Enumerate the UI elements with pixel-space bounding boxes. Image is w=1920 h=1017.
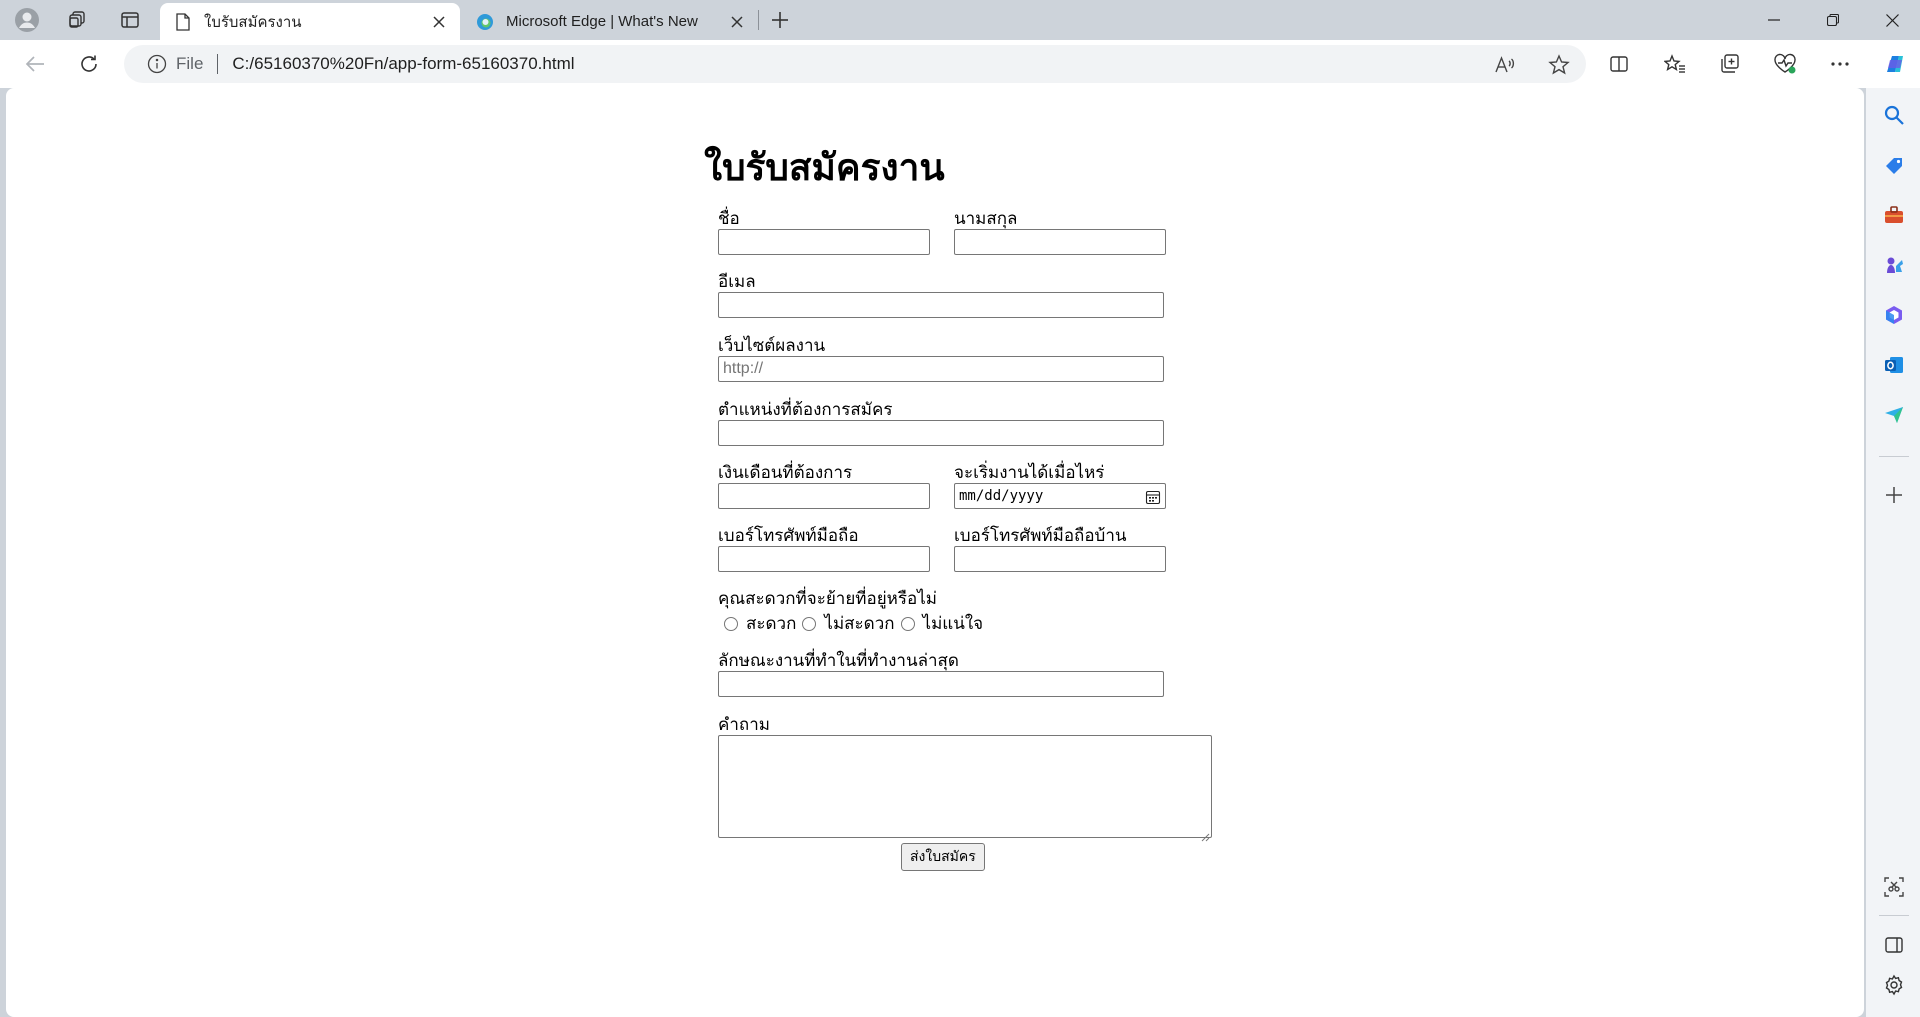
edge-logo-icon	[476, 13, 494, 31]
last-name-field[interactable]	[954, 229, 1166, 255]
browser-toolbar: File C:/65160370%20Fn/app-form-65160370.…	[0, 40, 1920, 88]
screenshot-icon[interactable]	[1880, 873, 1908, 901]
page-title: ใบรับสมัครงาน	[704, 146, 945, 189]
microsoft365-icon[interactable]	[1880, 301, 1908, 329]
refresh-button[interactable]	[72, 47, 106, 81]
tab-application-form[interactable]: ใบรับสมัครงาน	[160, 3, 460, 40]
question-label: คำถาม	[718, 715, 770, 735]
last-job-label: ลักษณะงานที่ทำในที่ทำงานล่าสุด	[718, 651, 959, 671]
shopping-tag-icon[interactable]	[1880, 151, 1908, 179]
address-scheme: File	[176, 54, 204, 73]
radio-convenient-label: สะดวก	[746, 614, 797, 634]
star-icon[interactable]	[1544, 50, 1574, 80]
date-placeholder: mm/dd/yyyy	[959, 488, 1044, 504]
outlook-icon[interactable]	[1880, 351, 1908, 379]
question-textarea[interactable]	[718, 735, 1212, 842]
restore-button[interactable]	[1805, 0, 1861, 40]
first-name-label: ชื่อ	[718, 209, 740, 229]
website-label: เว็บไซต์ผลงาน	[718, 336, 826, 356]
radio-not-sure-label: ไม่แน่ใจ	[922, 614, 984, 634]
tab-title: Microsoft Edge | What's New	[506, 13, 698, 30]
start-date-label: จะเริ่มงานได้เมื่อไหร่	[954, 463, 1105, 483]
address-url[interactable]: C:/65160370%20Fn/app-form-65160370.html	[232, 54, 1586, 74]
vertical-tabs-icon[interactable]	[115, 5, 145, 35]
start-date-field[interactable]: mm/dd/yyyy	[954, 483, 1166, 509]
submit-button[interactable]: ส่งใบสมัคร	[901, 843, 985, 871]
radio-not-convenient[interactable]	[802, 616, 817, 631]
relocate-label: คุณสะดวกที่จะย้ายที่อยู่หรือไม่	[718, 589, 937, 609]
email-field[interactable]	[718, 292, 1164, 318]
add-icon[interactable]	[1880, 481, 1908, 509]
last-name-label: นามสกุล	[954, 209, 1018, 229]
tab-whats-new[interactable]: Microsoft Edge | What's New	[462, 3, 758, 40]
radio-not-convenient-label: ไม่สะดวก	[824, 614, 895, 634]
search-icon[interactable]	[1880, 101, 1908, 129]
home-phone-label: เบอร์โทรศัพท์มือถือบ้าน	[954, 526, 1127, 546]
radio-not-sure[interactable]	[900, 616, 915, 631]
tab-strip: ใบรับสมัครงาน Microsoft Edge | What's Ne…	[0, 0, 1920, 40]
sidebar-divider	[1879, 915, 1909, 916]
new-tab-button[interactable]	[765, 5, 795, 35]
page-viewport: ใบรับสมัครงาน ชื่อ นามสกุล อีเมล เว็บไซต…	[6, 88, 1864, 1017]
more-icon[interactable]	[1825, 49, 1855, 79]
last-job-field[interactable]	[718, 671, 1164, 697]
minimize-button[interactable]	[1746, 0, 1802, 40]
website-field[interactable]	[718, 356, 1164, 382]
resize-grip-icon[interactable]	[1201, 827, 1210, 842]
back-button[interactable]	[18, 47, 52, 81]
position-field[interactable]	[718, 420, 1164, 446]
collections-icon[interactable]	[1715, 49, 1745, 79]
salary-field[interactable]	[718, 483, 930, 509]
read-aloud-icon[interactable]	[1490, 50, 1520, 80]
close-tab-icon[interactable]	[726, 11, 748, 33]
tools-briefcase-icon[interactable]	[1880, 201, 1908, 229]
position-label: ตำแหน่งที่ต้องการสมัคร	[718, 400, 893, 420]
games-icon[interactable]	[1880, 251, 1908, 279]
copilot-icon[interactable]	[1880, 49, 1910, 79]
calendar-icon[interactable]	[1145, 489, 1161, 505]
drop-send-icon[interactable]	[1880, 401, 1908, 429]
tab-divider	[758, 10, 759, 30]
home-phone-field[interactable]	[954, 546, 1166, 572]
browser-essentials-icon[interactable]	[1770, 49, 1800, 79]
info-icon[interactable]	[146, 53, 168, 75]
close-window-button[interactable]	[1864, 0, 1920, 40]
mobile-label: เบอร์โทรศัพท์มือถือ	[718, 526, 859, 546]
split-screen-icon[interactable]	[1604, 49, 1634, 79]
first-name-field[interactable]	[718, 229, 930, 255]
sidebar-divider	[1879, 456, 1909, 457]
salary-label: เงินเดือนที่ต้องการ	[718, 463, 853, 483]
address-divider	[217, 54, 219, 74]
sidebar-panel-icon[interactable]	[1880, 931, 1908, 959]
settings-icon[interactable]	[1880, 971, 1908, 999]
document-icon	[174, 12, 192, 31]
email-label: อีเมล	[718, 272, 756, 292]
workspaces-icon[interactable]	[62, 5, 92, 35]
radio-convenient[interactable]	[724, 616, 738, 631]
address-bar[interactable]: File C:/65160370%20Fn/app-form-65160370.…	[124, 45, 1586, 83]
favorites-icon[interactable]	[1660, 49, 1690, 79]
relocate-options: สะดวก ไม่สะดวก ไม่แน่ใจ	[718, 610, 983, 637]
mobile-field[interactable]	[718, 546, 930, 572]
edge-sidebar	[1866, 88, 1920, 1017]
profile-avatar-icon[interactable]	[12, 5, 42, 35]
close-tab-icon[interactable]	[428, 11, 450, 33]
tab-title: ใบรับสมัครงาน	[204, 13, 302, 31]
